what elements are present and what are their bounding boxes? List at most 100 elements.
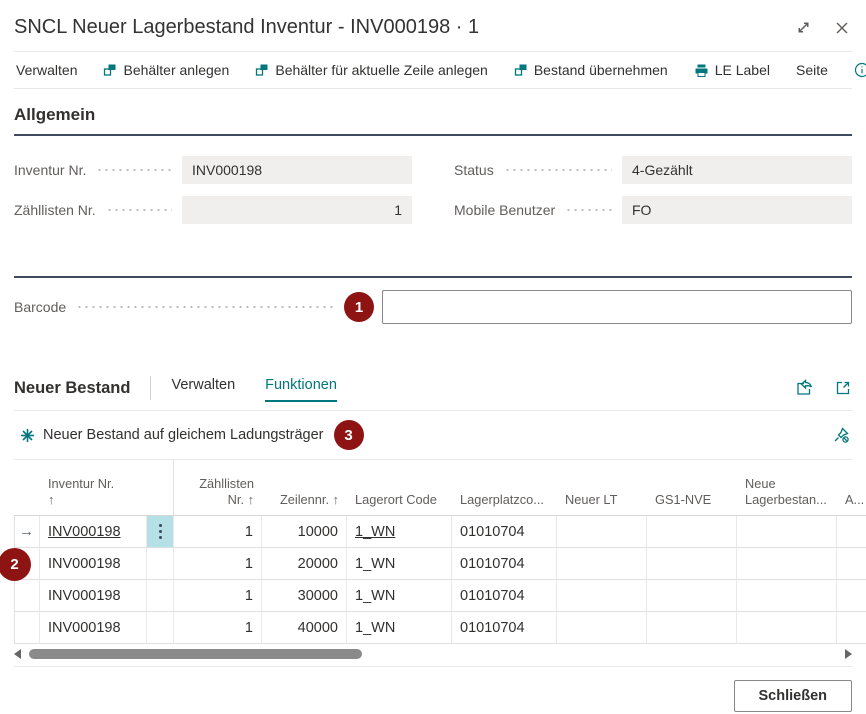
- inventur-nr-field[interactable]: INV000198: [182, 156, 412, 184]
- cell-neue-lagerbestand[interactable]: [737, 548, 837, 580]
- mobile-benutzer-field[interactable]: FO: [622, 196, 852, 224]
- dotted-leader: [76, 306, 334, 308]
- expand-dialog-icon[interactable]: [795, 19, 812, 36]
- col-neue-lagerbestand[interactable]: Neue Lagerbestan...: [737, 460, 837, 516]
- cell-zaehllisten-nr[interactable]: 1: [174, 612, 262, 644]
- cell-neue-lagerbestand[interactable]: [737, 612, 837, 644]
- scrollbar-track[interactable]: [25, 648, 841, 660]
- cell-zeilennr[interactable]: 10000: [262, 516, 347, 548]
- table-row: → INV000198 1 10000 1_WN 01010704: [14, 516, 866, 548]
- row-selector-cell[interactable]: →: [14, 516, 40, 548]
- create-bin-line-icon: [255, 63, 269, 77]
- current-row-arrow-icon: →: [19, 523, 34, 540]
- cell-zaehllisten-nr[interactable]: 1: [174, 516, 262, 548]
- general-fields: Inventur Nr. INV000198 Status 4-Gezählt …: [14, 156, 852, 224]
- cell-neuer-lt[interactable]: [557, 548, 647, 580]
- focus-mode-icon[interactable]: [834, 379, 852, 397]
- zaehllisten-nr-field[interactable]: 1: [182, 196, 412, 224]
- row-selector-cell[interactable]: [14, 580, 40, 612]
- cell-lagerplatzcode[interactable]: 01010704: [452, 612, 557, 644]
- dialog-footer: Schließen: [14, 680, 852, 712]
- row-menu-cell[interactable]: [147, 580, 174, 612]
- toolbar-item-take-over-stock[interactable]: Bestand übernehmen: [514, 62, 668, 78]
- cell-neue-lagerbestand[interactable]: [737, 516, 837, 548]
- cell-inventur-nr[interactable]: INV000198: [40, 548, 147, 580]
- table-row: INV000198 1 30000 1_WN 01010704: [14, 580, 866, 612]
- page-title: SNCL Neuer Lagerbestand Inventur - INV00…: [14, 16, 795, 39]
- status-field[interactable]: 4-Gezählt: [622, 156, 852, 184]
- inventur-nr-link[interactable]: INV000198: [48, 524, 121, 540]
- close-button[interactable]: Schließen: [734, 680, 853, 712]
- cell-lagerort-code[interactable]: 1_WN: [347, 612, 452, 644]
- new-sparkle-icon: [20, 428, 35, 443]
- cell-a[interactable]: [837, 516, 866, 548]
- tab-funktionen[interactable]: Funktionen: [265, 377, 337, 402]
- row-menu-cell[interactable]: [147, 548, 174, 580]
- status-label: Status: [454, 162, 494, 178]
- cell-neuer-lt[interactable]: [557, 516, 647, 548]
- row-menu-cell[interactable]: [147, 612, 174, 644]
- row-selector-cell[interactable]: [14, 612, 40, 644]
- cell-zeilennr[interactable]: 40000: [262, 612, 347, 644]
- subpage-header: Neuer Bestand Verwalten Funktionen: [14, 372, 852, 404]
- cell-neuer-lt[interactable]: [557, 612, 647, 644]
- toolbar-item-le-label[interactable]: LE Label: [694, 62, 770, 78]
- toolbar-item-create-bin-for-line[interactable]: Behälter für aktuelle Zeile anlegen: [255, 62, 487, 78]
- zaehllisten-nr-label: Zähllisten Nr.: [14, 202, 96, 218]
- col-gs1-nve[interactable]: GS1-NVE: [647, 460, 737, 516]
- cell-gs1-nve[interactable]: [647, 612, 737, 644]
- unpin-icon[interactable]: [832, 426, 850, 444]
- tab-verwalten[interactable]: Verwalten: [171, 377, 235, 400]
- cell-gs1-nve[interactable]: [647, 516, 737, 548]
- col-neuer-lt[interactable]: Neuer LT: [557, 460, 647, 516]
- row-menu-ellipsis[interactable]: [147, 516, 174, 548]
- col-zaehllisten-nr[interactable]: Zähllisten Nr. ↑: [174, 460, 262, 516]
- cell-zaehllisten-nr[interactable]: 1: [174, 548, 262, 580]
- scroll-right-arrow[interactable]: [845, 649, 852, 659]
- cell-zeilennr[interactable]: 20000: [262, 548, 347, 580]
- cell-lagerplatzcode[interactable]: 01010704: [452, 516, 557, 548]
- cell-gs1-nve[interactable]: [647, 580, 737, 612]
- col-lagerort-code[interactable]: Lagerort Code: [347, 460, 452, 516]
- titlebar: SNCL Neuer Lagerbestand Inventur - INV00…: [14, 0, 852, 39]
- info-icon[interactable]: [854, 62, 866, 78]
- cell-zaehllisten-nr[interactable]: 1: [174, 580, 262, 612]
- cell-lagerplatzcode[interactable]: 01010704: [452, 580, 557, 612]
- table-row: INV000198 1 40000 1_WN 01010704: [14, 612, 866, 644]
- cell-lagerplatzcode[interactable]: 01010704: [452, 548, 557, 580]
- scrollbar-thumb[interactable]: [29, 649, 362, 659]
- share-icon[interactable]: [795, 379, 814, 397]
- toolbar-item-create-bin[interactable]: Behälter anlegen: [103, 62, 229, 78]
- cell-a[interactable]: [837, 548, 866, 580]
- cell-a[interactable]: [837, 580, 866, 612]
- cell-neuer-lt[interactable]: [557, 580, 647, 612]
- close-dialog-icon[interactable]: [834, 20, 850, 36]
- cell-lagerort-code[interactable]: 1_WN: [347, 548, 452, 580]
- col-zeilennr[interactable]: Zeilennr. ↑: [262, 460, 347, 516]
- toolbar-item-seite[interactable]: Seite: [796, 62, 828, 78]
- lagerort-code-link[interactable]: 1_WN: [355, 524, 395, 540]
- barcode-label: Barcode: [14, 299, 66, 315]
- create-bin-icon: [103, 63, 117, 77]
- cell-lagerort-code[interactable]: 1_WN: [347, 580, 452, 612]
- cell-gs1-nve[interactable]: [647, 548, 737, 580]
- lines-grid: 2 Inventur Nr.↑ Zähllisten Nr. ↑ Zeilenn…: [14, 460, 852, 644]
- printer-icon: [694, 63, 709, 78]
- cell-a[interactable]: [837, 612, 866, 644]
- col-a-truncated[interactable]: A...: [837, 460, 866, 516]
- scroll-left-arrow[interactable]: [14, 649, 21, 659]
- cell-inventur-nr[interactable]: INV000198: [40, 580, 147, 612]
- cell-inventur-nr[interactable]: INV000198: [40, 612, 147, 644]
- col-lagerplatzcode[interactable]: Lagerplatzco...: [452, 460, 557, 516]
- barcode-input[interactable]: [382, 290, 852, 324]
- action-toolbar: Verwalten Behälter anlegen Behälter für …: [14, 51, 852, 89]
- col-inventur-nr[interactable]: Inventur Nr.↑: [40, 460, 147, 516]
- cell-zeilennr[interactable]: 30000: [262, 580, 347, 612]
- col-selector: [14, 460, 40, 516]
- cell-neue-lagerbestand[interactable]: [737, 580, 837, 612]
- horizontal-scrollbar: [14, 647, 852, 661]
- divider: [14, 666, 852, 667]
- inventur-nr-label: Inventur Nr.: [14, 162, 86, 178]
- action-new-stock-same-carrier[interactable]: Neuer Bestand auf gleichem Ladungsträger: [20, 427, 324, 443]
- toolbar-item-verwalten[interactable]: Verwalten: [16, 62, 77, 78]
